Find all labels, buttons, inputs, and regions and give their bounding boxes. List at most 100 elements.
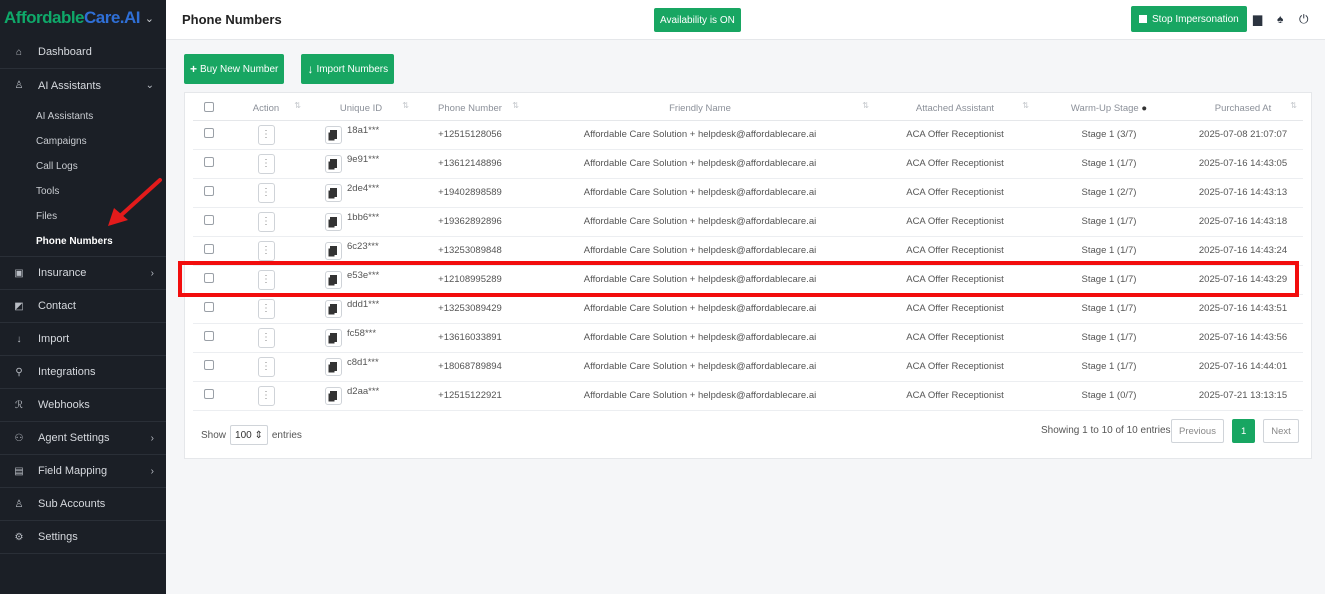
sidebar-item-contact[interactable]: ◩ Contact (0, 290, 166, 323)
kebab-menu-icon[interactable]: ⋮ (257, 124, 275, 145)
phone-numbers-card: Action ⇅ Unique ID ⇅ Phone Number ⇅ Friendl… (184, 92, 1312, 459)
sidebar-item-label: Webhooks (38, 399, 90, 411)
column-header-purchased-at[interactable]: Purchased At ⇅ (1183, 97, 1303, 121)
sidebar-item-ai-assistants[interactable]: ♙ AI Assistants ⌄ (0, 69, 166, 102)
sidebar-item-import[interactable]: ↓ Import (0, 323, 166, 356)
copy-icon[interactable] (325, 328, 342, 347)
copy-icon[interactable] (325, 183, 342, 202)
row-checkbox[interactable] (204, 360, 214, 370)
notes-icon[interactable]: ▆ (1253, 12, 1262, 26)
sidebar-item-field-mapping[interactable]: ▤ Field Mapping › (0, 455, 166, 488)
column-header-friendly-name[interactable]: Friendly Name ⇅ (525, 97, 875, 121)
copy-icon[interactable] (325, 270, 342, 289)
bell-icon[interactable]: ♠ (1277, 12, 1283, 26)
power-icon[interactable]: ⏻ (1299, 12, 1309, 27)
purchased-at-cell: 2025-07-16 14:43:51 (1183, 294, 1303, 324)
column-header-phone-number[interactable]: Phone Number ⇅ (415, 97, 525, 121)
kebab-menu-icon[interactable]: ⋮ (257, 182, 275, 203)
sidebar-toggle-icon[interactable]: ⌄ (145, 12, 154, 25)
copy-icon[interactable] (325, 357, 342, 376)
phone-number-cell: +12108995289 (415, 265, 525, 295)
purchased-at-cell: 2025-07-16 14:43:29 (1183, 265, 1303, 295)
column-header-unique-id[interactable]: Unique ID ⇅ (307, 97, 415, 121)
attached-assistant-cell: ACA Offer Receptionist (875, 236, 1035, 266)
sidebar-item-integrations[interactable]: ⚲ Integrations (0, 356, 166, 389)
copy-icon[interactable] (325, 386, 342, 405)
previous-page-button[interactable]: Previous (1171, 419, 1224, 443)
row-checkbox[interactable] (204, 128, 214, 138)
copy-icon[interactable] (325, 154, 342, 173)
sort-icon: ⇅ (402, 101, 409, 110)
brand-logo[interactable]: AffordableCare.AI (4, 8, 141, 28)
gear-icon: ⚙ (14, 531, 24, 543)
purchased-at-cell: 2025-07-16 14:43:24 (1183, 236, 1303, 266)
sidebar-item-label: Contact (38, 300, 76, 312)
kebab-menu-icon[interactable]: ⋮ (257, 211, 275, 232)
import-numbers-button[interactable]: ↓ Import Numbers (301, 54, 395, 84)
table-row: ⋮ e53e*** +12108995289 Affordable Care Solu… (193, 265, 1303, 295)
import-icon: ↓ (16, 333, 22, 345)
availability-toggle[interactable]: Availability is ON (654, 8, 741, 32)
table-row: ⋮ 18a1*** +12515128056 Affordable Care Solu… (193, 120, 1303, 150)
column-header-label: Purchased At (1214, 102, 1272, 114)
table-header-row: Action ⇅ Unique ID ⇅ Phone Number ⇅ Friendl… (193, 97, 1303, 121)
row-checkbox[interactable] (204, 244, 214, 254)
table-row: ⋮ 1bb6*** +19362892896 Affordable Care Solu… (193, 207, 1303, 237)
kebab-menu-icon[interactable]: ⋮ (257, 298, 275, 319)
kebab-menu-icon[interactable]: ⋮ (257, 269, 275, 290)
kebab-menu-icon[interactable]: ⋮ (257, 385, 275, 406)
arrow-down-icon: ↓ (307, 62, 314, 76)
sidebar-item-sub-accounts[interactable]: ♙ Sub Accounts (0, 488, 166, 521)
kebab-menu-icon[interactable]: ⋮ (257, 240, 275, 261)
sort-icon: ⇅ (294, 101, 301, 110)
unique-id-value: 2de4*** (347, 183, 380, 194)
buy-new-number-button[interactable]: + Buy New Number (184, 54, 285, 84)
sidebar-item-insurance[interactable]: ▣ Insurance › (0, 257, 166, 290)
warm-up-stage-cell: Stage 1 (1/7) (1035, 236, 1183, 266)
copy-icon[interactable] (325, 125, 342, 144)
sidebar-item-label: Insurance (38, 267, 87, 279)
warm-up-stage-cell: Stage 1 (1/7) (1035, 265, 1183, 295)
column-header-attached-assistant[interactable]: Attached Assistant ⇅ (875, 97, 1035, 121)
friendly-name-cell: Affordable Care Solution + helpdesk@affo… (525, 120, 875, 150)
kebab-menu-icon[interactable]: ⋮ (257, 327, 275, 348)
stop-impersonation-button[interactable]: Stop Impersonation (1131, 6, 1247, 32)
sort-icon: ⇅ (1022, 101, 1029, 110)
page-button[interactable]: 1 (1231, 419, 1256, 443)
sidebar-item-agent-settings[interactable]: ⚇ Agent Settings › (0, 422, 166, 455)
row-checkbox[interactable] (204, 273, 214, 283)
brand-logo-part1: Affordable (4, 8, 85, 27)
info-icon[interactable]: ● (1141, 103, 1147, 114)
next-page-button[interactable]: Next (1263, 419, 1299, 443)
unique-id-cell: 6c23*** (307, 236, 415, 266)
warm-up-stage-cell: Stage 1 (1/7) (1035, 323, 1183, 353)
row-checkbox[interactable] (204, 331, 214, 341)
kebab-menu-icon[interactable]: ⋮ (257, 153, 275, 174)
sidebar-subitem-phone-numbers[interactable]: Phone Numbers (0, 229, 166, 254)
row-checkbox[interactable] (204, 157, 214, 167)
copy-icon[interactable] (325, 212, 342, 231)
sidebar-subitem-ai-assistants[interactable]: AI Assistants (0, 104, 166, 129)
brand-logo-part2: Care.AI (84, 8, 141, 27)
copy-icon[interactable] (325, 299, 342, 318)
table-row: ⋮ d2aa*** +12515122921 Affordable Care Solu… (193, 381, 1303, 411)
page-size-select[interactable]: 100 ⇕ (230, 425, 268, 445)
row-checkbox[interactable] (204, 389, 214, 399)
sidebar-item-dashboard[interactable]: ⌂ Dashboard (0, 36, 166, 69)
column-header-warm-up-stage[interactable]: Warm-Up Stage ● (1035, 97, 1183, 121)
table-row: ⋮ fc58*** +13616033891 Affordable Care Solu… (193, 323, 1303, 353)
unique-id-cell: d2aa*** (307, 381, 415, 411)
contact-icon: ◩ (14, 300, 24, 312)
row-checkbox[interactable] (204, 186, 214, 196)
copy-icon[interactable] (325, 241, 342, 260)
select-all-checkbox[interactable] (204, 101, 214, 112)
sidebar-item-settings[interactable]: ⚙ Settings (0, 521, 166, 554)
row-checkbox[interactable] (204, 302, 214, 312)
kebab-menu-icon[interactable]: ⋮ (257, 356, 275, 377)
sidebar-item-webhooks[interactable]: ℛ Webhooks (0, 389, 166, 422)
table-row: ⋮ c8d1*** +18068789894 Affordable Care Solu… (193, 352, 1303, 382)
sidebar-subitem-campaigns[interactable]: Campaigns (0, 129, 166, 154)
attached-assistant-cell: ACA Offer Receptionist (875, 265, 1035, 295)
column-header-action[interactable]: Action ⇅ (225, 97, 307, 121)
row-checkbox[interactable] (204, 215, 214, 225)
